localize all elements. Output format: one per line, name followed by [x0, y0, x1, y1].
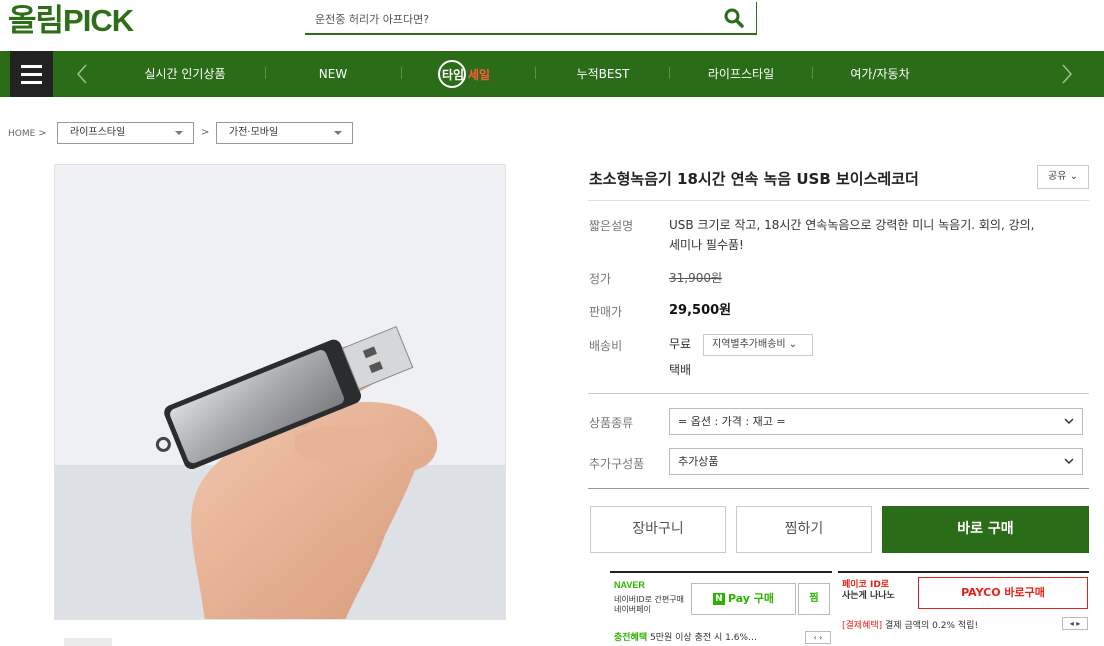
chevron-down-icon	[1064, 458, 1074, 465]
nav-item-leisure-car[interactable]: 여가/자동차	[838, 51, 922, 97]
shipping-label: 배송비	[589, 339, 623, 353]
nav-item-timesale[interactable]: 타임 세일	[436, 58, 498, 90]
breadcrumb-category-select[interactable]: 라이프스타일	[57, 122, 194, 144]
naverpay-subtitle: 네이버ID로 간편구매 네이버페이	[614, 595, 684, 614]
site-logo[interactable]: 올림PICK	[8, 2, 134, 40]
caret-down-icon	[334, 131, 342, 135]
wishlist-button[interactable]: 찜하기	[736, 506, 872, 553]
nav-item-lifestyle[interactable]: 라이프스타일	[695, 51, 787, 97]
payco-slogan: 페이코 ID로 사는게 나나노	[842, 580, 895, 601]
breadcrumb-home[interactable]: HOME >	[8, 128, 47, 139]
nav-divider	[401, 67, 402, 79]
nav-divider	[812, 67, 813, 79]
breadcrumb-separator: >	[201, 127, 210, 138]
payco-benefit-pager[interactable]: ◂ ▸	[1062, 617, 1088, 630]
cart-button[interactable]: 장바구니	[590, 506, 726, 553]
nav-item-new[interactable]: NEW	[300, 51, 366, 97]
menu-icon[interactable]	[10, 51, 53, 97]
shipping-method: 택배	[669, 363, 692, 377]
usb-recorder-photo	[55, 165, 505, 619]
breadcrumb-subcategory-label: 가전·모바일	[229, 127, 279, 138]
payco-benefit: [결제혜택] 결제 금액의 0.2% 적립!	[842, 621, 979, 631]
addon-select[interactable]: 추가상품	[669, 448, 1083, 475]
nav-item-realtime-popular[interactable]: 실시간 인기상품	[130, 51, 240, 97]
list-price-value: 31,900원	[669, 271, 723, 285]
product-thumbnail[interactable]	[64, 638, 112, 646]
payco-buy-button[interactable]: PAYCO 바로구매	[918, 577, 1088, 609]
shipping-value: 무료	[669, 337, 692, 351]
addon-label: 추가구성품	[589, 457, 645, 471]
breadcrumb-category-label: 라이프스타일	[70, 127, 126, 138]
divider	[588, 393, 1089, 394]
nav-divider	[265, 67, 266, 79]
caret-down-icon	[175, 131, 183, 135]
buy-now-button[interactable]: 바로 구매	[882, 506, 1089, 553]
naverpay-buy-button[interactable]: N Pay 구매	[691, 583, 796, 615]
nav-divider	[669, 67, 670, 79]
option-select[interactable]: = 옵션 : 가격 : 재고 =	[669, 408, 1083, 435]
nav-item-cumulative-best[interactable]: 누적BEST	[566, 51, 640, 97]
short-desc-value: USB 크기로 작고, 18시간 연속녹음으로 강력한 미니 녹음기. 회의, …	[669, 218, 1035, 252]
timesale-label-1: 타임	[442, 68, 465, 82]
shipping-region-button[interactable]: 지역별추가배송비 ⌄	[703, 334, 813, 356]
naverpay-benefit: 충전혜택 5만원 이상 충전 시 1.6%…	[614, 633, 757, 643]
list-price-label: 정가	[589, 272, 612, 286]
naver-logo: NAVER	[614, 580, 645, 590]
product-image	[54, 164, 506, 620]
search-input[interactable]	[315, 8, 695, 30]
product-title: 초소형녹음기 18시간 연속 녹음 USB 보이스레코더	[589, 170, 919, 188]
naverpay-benefit-pager[interactable]: ‹ ›	[805, 631, 831, 644]
sale-price-label: 판매가	[589, 305, 623, 319]
chevron-left-icon[interactable]	[75, 63, 89, 85]
divider	[588, 488, 1089, 489]
timesale-label-2: 세일	[468, 68, 491, 82]
share-button[interactable]: 공유 ⌄	[1037, 165, 1089, 189]
naverpay-wish-button[interactable]: 찜	[798, 583, 830, 615]
search-icon[interactable]	[724, 8, 744, 28]
breadcrumb-subcategory-select[interactable]: 가전·모바일	[216, 122, 353, 144]
chevron-right-icon[interactable]	[1060, 63, 1074, 85]
naver-n-icon: N	[712, 593, 725, 605]
chevron-down-icon	[1064, 418, 1074, 425]
sale-price-value: 29,500원	[669, 303, 732, 318]
nav-divider	[535, 67, 536, 79]
option-label: 상품종류	[589, 416, 634, 430]
divider	[588, 200, 1089, 201]
search-bar	[305, 2, 757, 35]
short-desc-label: 짧은설명	[589, 219, 634, 233]
